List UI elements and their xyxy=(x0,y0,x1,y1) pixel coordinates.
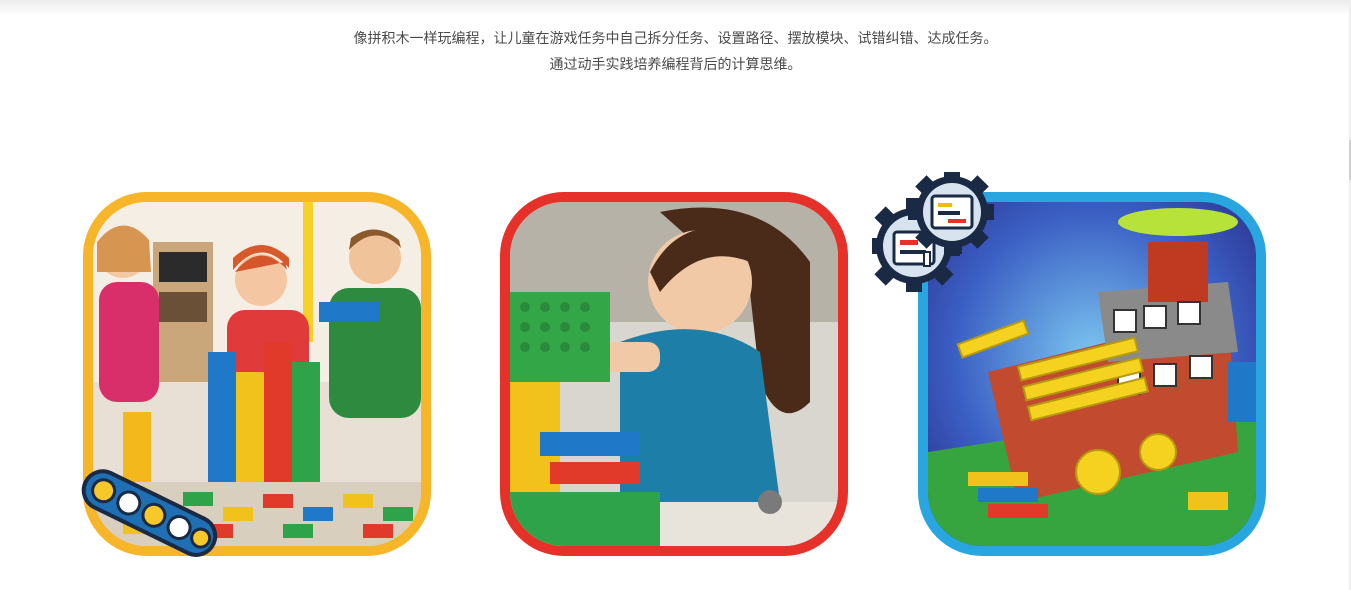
brick-beam-icon xyxy=(81,469,218,557)
header-shadow xyxy=(0,0,1351,16)
page: 像拼积木一样玩编程，让儿童在游戏任务中自己拆分任务、设置路径、摆放模块、试错纠错… xyxy=(0,0,1351,590)
intro-line-1: 像拼积木一样玩编程，让儿童在游戏任务中自己拆分任务、设置路径、摆放模块、试错纠错… xyxy=(353,31,998,47)
intro-line-2: 通过动手实践培养编程背后的计算思维。 xyxy=(549,57,802,73)
gear-code-icon xyxy=(872,172,994,292)
girl-building-photo xyxy=(510,202,838,546)
intro-text: 像拼积木一样玩编程，让儿童在游戏任务中自己拆分任务、设置路径、摆放模块、试错纠错… xyxy=(0,26,1351,78)
feature-card-girl-building xyxy=(500,192,848,556)
